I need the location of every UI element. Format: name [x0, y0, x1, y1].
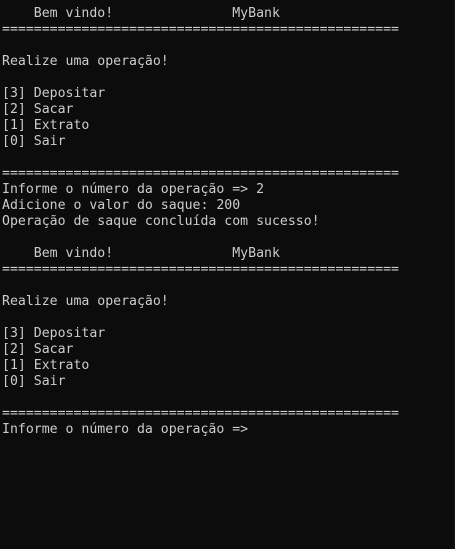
terminal-window[interactable]: Bem vindo! MyBank ======================… [0, 0, 455, 549]
operation-input-line: Informe o número da operação => 2 [2, 182, 265, 197]
separator-line: ========================================… [2, 166, 399, 181]
menu-option-sacar: [2] Sacar [2, 342, 74, 357]
separator-line: ========================================… [2, 406, 399, 421]
menu-option-depositar: [3] Depositar [2, 326, 106, 341]
header-welcome-line: Bem vindo! MyBank [2, 6, 280, 21]
menu-option-extrato: [1] Extrato [2, 358, 90, 373]
separator-line: ========================================… [2, 262, 399, 277]
separator-line: ========================================… [2, 22, 399, 37]
menu-option-depositar: [3] Depositar [2, 86, 106, 101]
menu-option-extrato: [1] Extrato [2, 118, 90, 133]
header-welcome-line: Bem vindo! MyBank [2, 246, 280, 261]
prompt-title-line: Realize uma operação! [2, 294, 169, 309]
menu-option-sair: [0] Sair [2, 134, 66, 149]
withdraw-success-line: Operação de saque concluída com sucesso! [2, 214, 320, 229]
command-prompt-input[interactable]: Informe o número da operação => [2, 422, 442, 438]
menu-option-sacar: [2] Sacar [2, 102, 74, 117]
prompt-title-line: Realize uma operação! [2, 54, 169, 69]
menu-option-sair: [0] Sair [2, 374, 66, 389]
withdraw-amount-line: Adicione o valor do saque: 200 [2, 198, 241, 213]
terminal-output: Bem vindo! MyBank ======================… [2, 6, 442, 438]
